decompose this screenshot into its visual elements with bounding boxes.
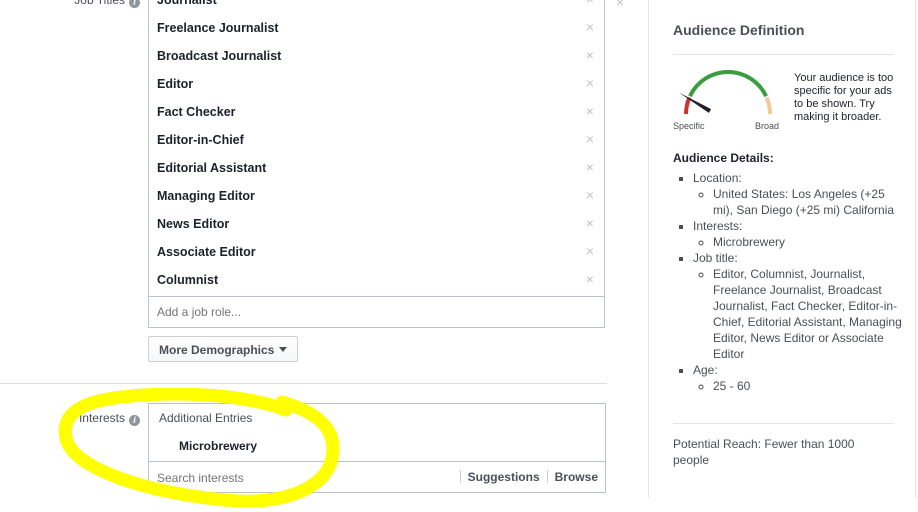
remove-icon[interactable]: × (586, 159, 594, 175)
job-title-text: Editorial Assistant (157, 161, 267, 175)
job-title-item: Managing Editor × (157, 182, 604, 210)
job-title-text: Editor-in-Chief (157, 133, 244, 147)
remove-icon[interactable]: × (586, 47, 594, 63)
remove-icon[interactable]: × (586, 131, 594, 147)
detail-value: Editor, Columnist, Journalist, Freelance… (713, 266, 903, 362)
detail-job-title: Job title: Editor, Columnist, Journalist… (693, 250, 903, 362)
info-icon[interactable]: i (129, 0, 140, 8)
job-titles-label: Job Titles i (40, 0, 140, 8)
additional-entries-heading: Additional Entries (159, 411, 253, 425)
more-demographics-button[interactable]: More Demographics (148, 336, 299, 362)
detail-interests: Interests: Microbrewery (693, 218, 903, 250)
gauge-specific-segment (684, 96, 692, 115)
info-icon[interactable]: i (129, 415, 140, 426)
panel-title: Audience Definition (673, 22, 805, 38)
remove-icon[interactable]: × (586, 271, 594, 287)
detail-label: Location: (693, 171, 742, 185)
remove-icon[interactable]: × (586, 75, 594, 91)
detail-label: Age: (693, 363, 718, 377)
detail-value: Microbrewery (713, 234, 903, 250)
job-title-item: Journalist × (157, 0, 604, 14)
remove-icon[interactable]: × (586, 187, 594, 203)
job-title-item: Fact Checker × (157, 98, 604, 126)
job-title-item: Broadcast Journalist × (157, 42, 604, 70)
gauge-broad-label: Broad (755, 121, 779, 131)
potential-reach: Potential Reach: Fewer than 1000 people (673, 437, 855, 467)
job-title-item: Associate Editor × (157, 238, 604, 266)
panel-divider (673, 423, 894, 424)
remove-icon[interactable]: × (586, 215, 594, 231)
job-title-text: Fact Checker (157, 105, 236, 119)
remove-icon[interactable]: × (586, 103, 594, 119)
job-title-item: Columnist × (157, 266, 604, 294)
gauge-message: Your audience is too specific for your a… (794, 72, 894, 123)
job-titles-field: Journalist×Freelance Journalist×Broadcas… (148, 0, 605, 328)
gauge-mid-segment (688, 70, 768, 98)
suggestions-link[interactable]: Suggestions (468, 470, 540, 484)
interests-field: Additional Entries Microbrewery Suggesti… (148, 403, 606, 493)
job-title-text: Freelance Journalist (157, 21, 279, 35)
detail-location: Location: United States: Los Angeles (+2… (693, 170, 903, 218)
remove-icon[interactable]: × (586, 19, 594, 35)
browse-link[interactable]: Browse (555, 470, 598, 484)
detail-label: Interests: (693, 219, 743, 233)
link-separator (459, 470, 461, 483)
interests-label-text: Interests (78, 411, 125, 425)
gauge-specific-label: Specific (673, 121, 705, 131)
job-title-text: Broadcast Journalist (157, 49, 282, 63)
gauge-needle (679, 92, 712, 113)
detail-age: Age: 25 - 60 (693, 362, 903, 394)
audience-definition-panel: Audience Definition Specific Broad Your … (648, 0, 916, 498)
audience-details-title: Audience Details: (673, 151, 774, 165)
job-title-item: News Editor × (157, 210, 604, 238)
link-separator (546, 470, 548, 483)
interests-label: Interests i (40, 411, 140, 426)
panel-divider (673, 54, 894, 55)
remove-icon[interactable]: × (586, 243, 594, 259)
job-title-item: Editorial Assistant × (157, 154, 604, 182)
remove-job-titles-icon[interactable]: × (616, 0, 624, 10)
detail-value: 25 - 60 (713, 378, 903, 394)
audience-details: Location: United States: Los Angeles (+2… (673, 170, 903, 394)
interest-item[interactable]: Microbrewery (179, 439, 257, 453)
remove-icon[interactable]: × (586, 0, 594, 7)
more-demographics-label: More Demographics (159, 343, 275, 357)
job-titles-label-text: Job Titles (74, 0, 125, 7)
job-title-text: Journalist (157, 0, 217, 7)
section-divider (0, 383, 607, 384)
detail-label: Job title: (693, 251, 738, 265)
add-job-role-input[interactable] (157, 305, 557, 319)
job-title-item: Editor × (157, 70, 604, 98)
audience-gauge: Specific Broad (673, 70, 779, 131)
job-title-item: Freelance Journalist × (157, 14, 604, 42)
job-title-text: Managing Editor (157, 189, 255, 203)
interests-links: Suggestions Browse (453, 470, 598, 484)
job-title-text: Columnist (157, 273, 219, 287)
detail-value: United States: Los Angeles (+25 mi), San… (713, 186, 903, 218)
job-title-text: Editor (157, 77, 194, 91)
job-title-item: Editor-in-Chief × (157, 126, 604, 154)
job-title-text: News Editor (157, 217, 230, 231)
search-interests-input[interactable] (157, 471, 437, 485)
gauge-broad-segment (764, 96, 772, 115)
job-title-text: Associate Editor (157, 245, 256, 259)
interests-search-row: Suggestions Browse (149, 461, 605, 494)
caret-down-icon (279, 347, 288, 352)
add-job-role-row (149, 296, 604, 329)
